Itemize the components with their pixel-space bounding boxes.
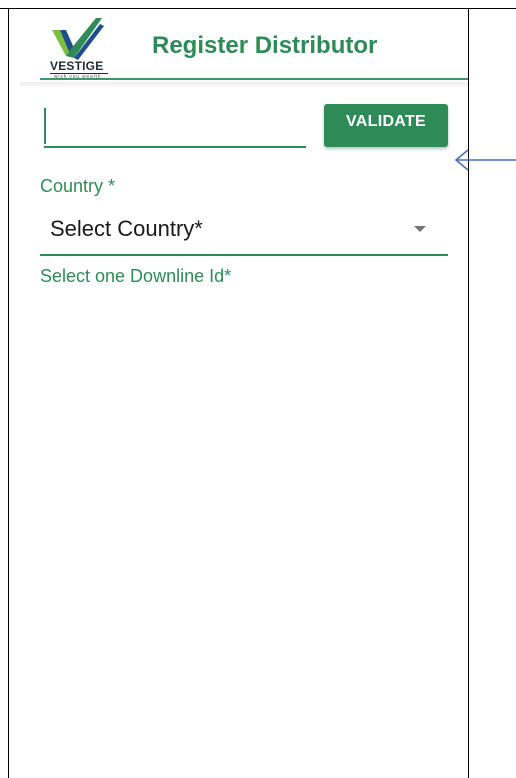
header-divider: [40, 78, 468, 80]
country-select-value: Select Country*: [50, 216, 203, 241]
validate-button[interactable]: VALIDATE: [324, 104, 448, 147]
frame-top-cap: [468, 8, 516, 9]
vestige-logo: VESTIGE wish you wealth: [48, 16, 112, 80]
checkmark-logo-icon: [52, 18, 104, 60]
page-title: Register Distributor: [152, 32, 378, 59]
logo-text: VESTIGE: [50, 59, 104, 73]
text-cursor: [44, 108, 46, 144]
left-arrow-icon: [454, 149, 516, 171]
header-shadow: [20, 82, 468, 88]
app-header: VESTIGE wish you wealth Register Distrib…: [20, 10, 468, 86]
frame-left-border: [8, 8, 9, 778]
distributor-id-input[interactable]: [44, 104, 306, 148]
frame-top-border: [0, 8, 516, 9]
country-label: Country *: [40, 176, 116, 196]
frame-right-border: [468, 8, 469, 778]
caret-down-icon: [414, 226, 426, 232]
country-select[interactable]: Select Country*: [40, 206, 448, 256]
downline-id-label: Select one Downline Id*: [40, 266, 232, 286]
